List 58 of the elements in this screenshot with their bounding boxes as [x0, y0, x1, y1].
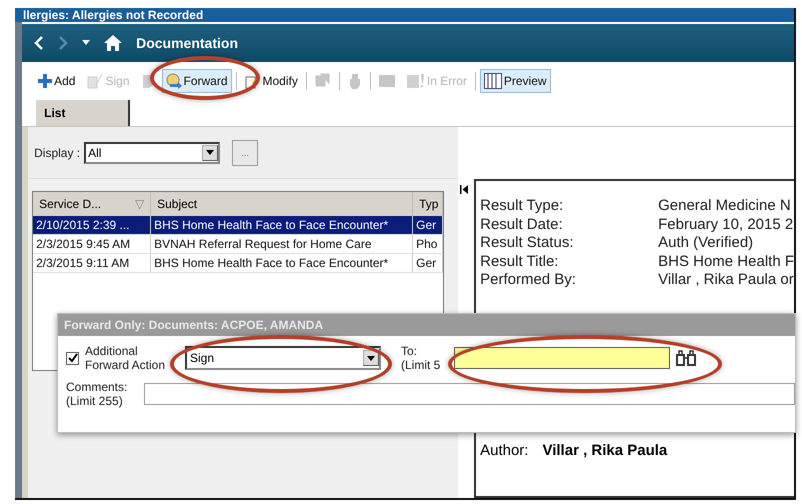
field-value: Villar , Rika Paula or — [658, 271, 794, 290]
field-value: Auth (Verified) — [658, 234, 754, 252]
table-cell: 2/10/2015 2:39 ... — [33, 216, 152, 234]
documents-icon — [314, 73, 331, 89]
note-icon — [142, 73, 154, 89]
field-label: Result Title: — [480, 252, 560, 271]
display-dropdown[interactable]: All — [84, 142, 220, 164]
display-label: Display : — [34, 146, 80, 160]
field-value: General Medicine N — [658, 197, 792, 216]
action-dropdown[interactable]: Sign — [185, 346, 381, 370]
columns-icon — [484, 73, 502, 89]
table-row[interactable]: 2/10/2015 2:39 ... BHS Home Health Face to Face Encounter* Ger — [33, 216, 444, 235]
table-cell: 2/3/2015 9:11 AM — [33, 254, 152, 272]
toolbar-button[interactable]: Modify — [240, 69, 302, 93]
toolbar-button[interactable]: Preview — [480, 69, 551, 93]
dropdown-icon[interactable] — [82, 40, 90, 46]
more-button[interactable]: ... — [232, 140, 258, 166]
error-icon — [406, 73, 425, 89]
table-row[interactable]: 2/3/2015 9:45 AM BVNAH Referral Request for Home Care Pho — [33, 235, 444, 254]
field-label: Result Type: — [480, 197, 564, 216]
forward-icon — [166, 73, 182, 89]
home-icon[interactable] — [104, 35, 122, 51]
table-cell: BHS Home Health Face to Face Encounter* — [151, 254, 414, 272]
document-icon — [378, 74, 395, 88]
table-cell: Pho — [413, 235, 444, 253]
tab[interactable]: List — [36, 100, 130, 126]
field-value: BHS Home Health F — [658, 252, 794, 271]
table-row[interactable]: 2/3/2015 9:11 AM BHS Home Health Face to Face Encounter* Ger — [33, 254, 444, 273]
field-value: February 10, 2015 2 — [658, 216, 794, 234]
comments-label: Comments: (Limit 255) — [66, 380, 128, 408]
author-label: Author: — [480, 442, 528, 458]
back-icon[interactable] — [34, 36, 44, 50]
collapse-icon[interactable] — [460, 185, 468, 194]
caret-icon — [206, 150, 214, 155]
caret-icon — [367, 356, 375, 360]
table-cell: 2/3/2015 9:45 AM — [33, 235, 152, 253]
field-label: Performed By: — [480, 271, 577, 290]
pen-icon — [87, 73, 104, 89]
field-label: Result Date: — [480, 216, 564, 234]
author-name: Villar , Rika Paula — [542, 442, 668, 458]
page-title: Documentation — [136, 35, 238, 51]
toolbar-button[interactable]: Add — [34, 69, 80, 93]
table-cell: Ger — [413, 254, 444, 272]
field-label: Result Status: — [480, 234, 574, 252]
table-cell: BHS Home Health Face to Face Encounter* — [151, 216, 414, 234]
checkbox-label: Additional Forward Action — [85, 344, 166, 372]
recipient-field[interactable] — [454, 347, 670, 369]
to-label: To: (Limit 5 — [401, 344, 440, 372]
binoculars-icon[interactable] — [676, 350, 696, 366]
table-cell: Ger — [413, 216, 444, 234]
table-cell: BVNAH Referral Request for Home Care — [151, 235, 414, 253]
dialog-title: Forward Only: Documents: ACPOE, AMANDA — [58, 314, 795, 336]
window-title: llergies: Allergies not Recorded — [23, 8, 204, 22]
plus-icon — [38, 74, 52, 88]
checkbox[interactable] — [66, 352, 79, 364]
hand-icon — [348, 73, 362, 89]
comments-field[interactable] — [144, 383, 795, 405]
toolbar-button[interactable]: Forward — [162, 69, 232, 93]
